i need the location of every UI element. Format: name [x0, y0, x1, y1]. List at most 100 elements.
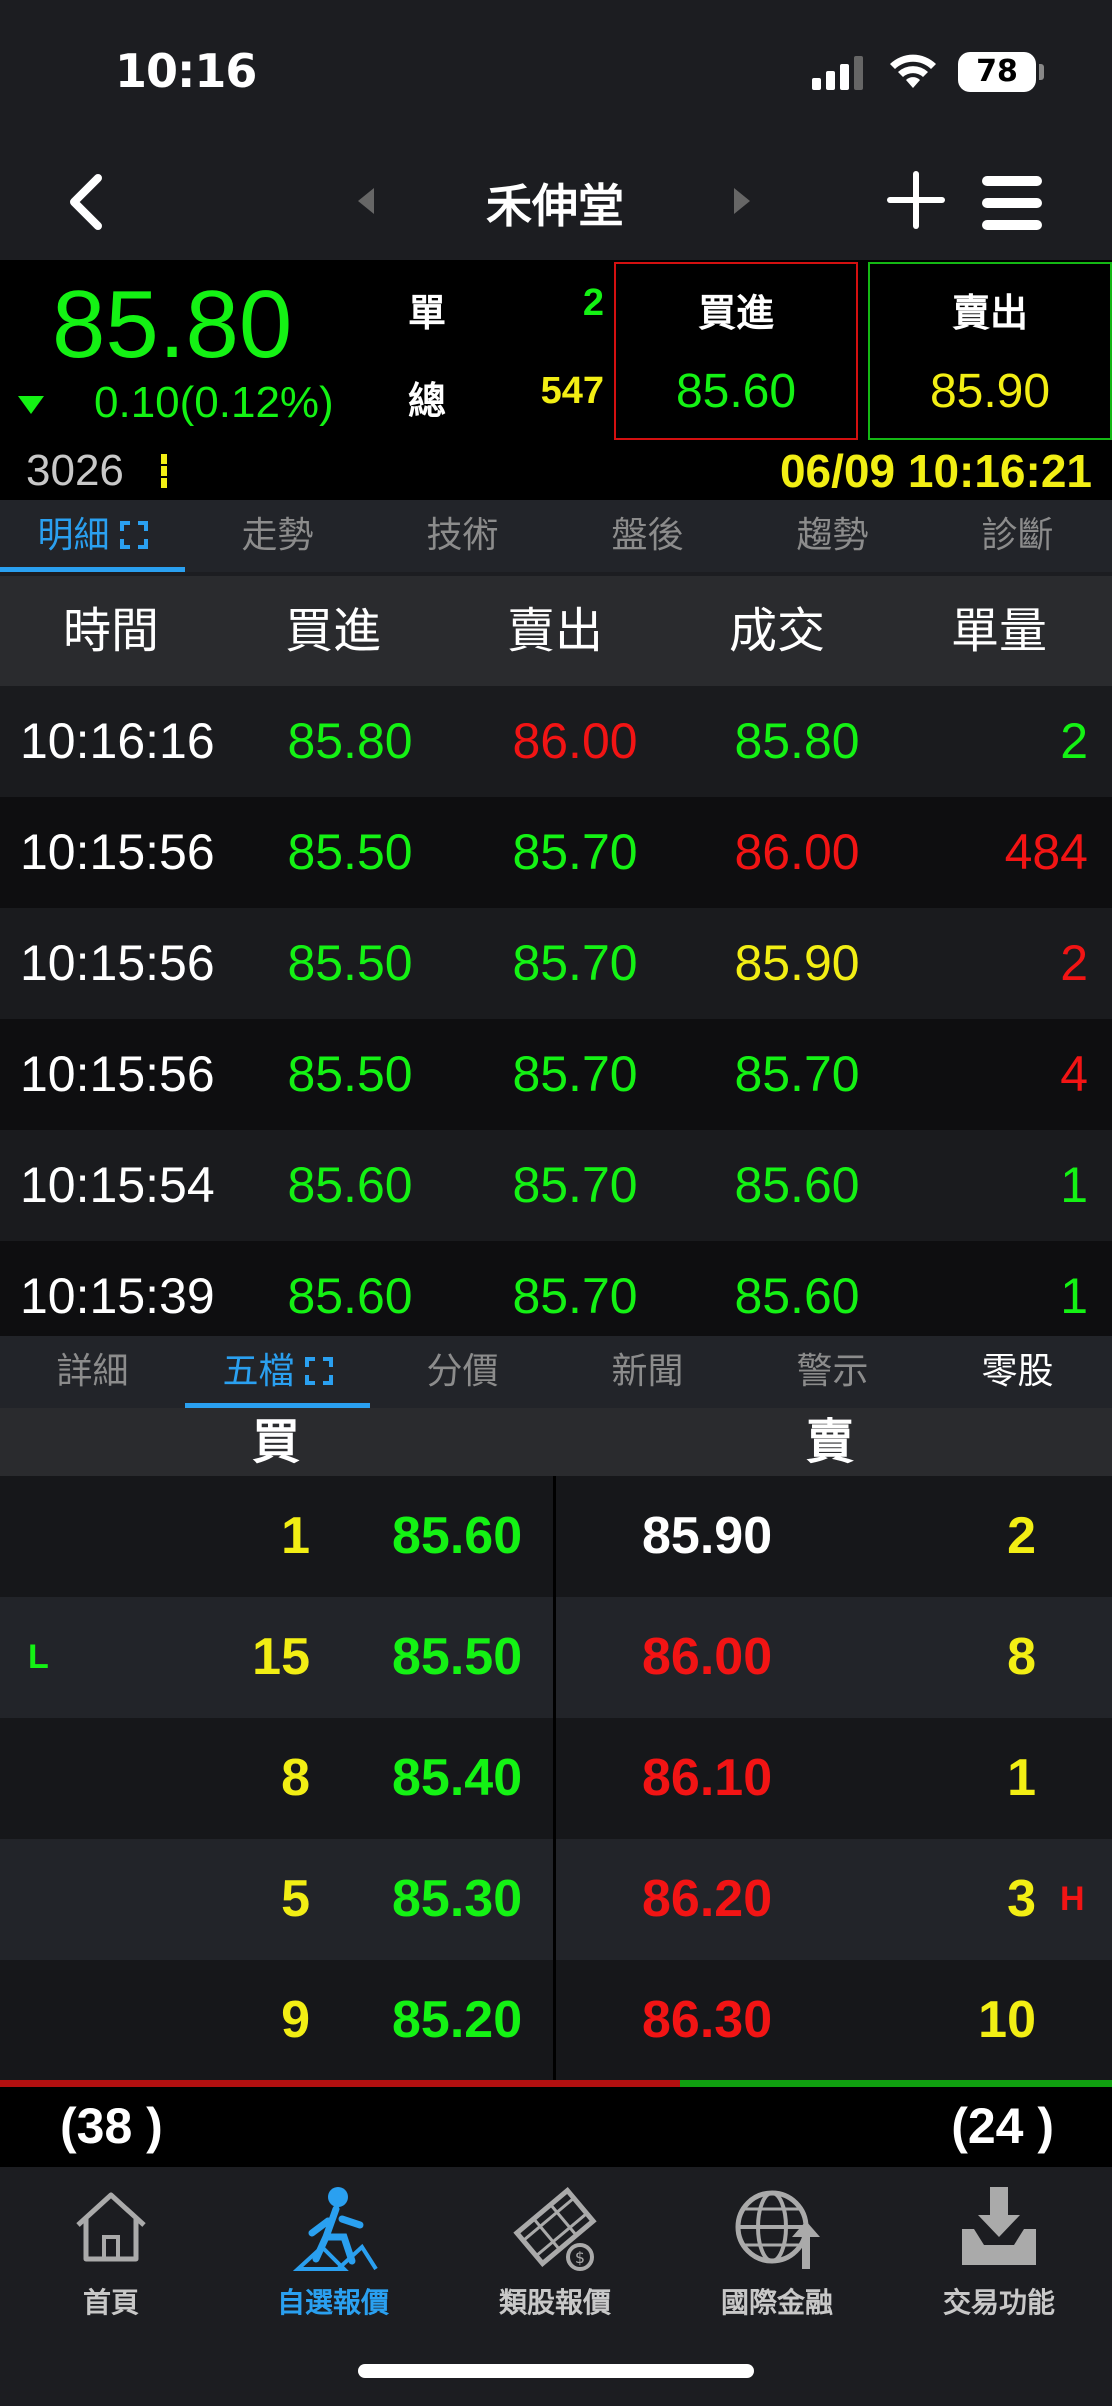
- home-indicator[interactable]: [358, 2364, 754, 2378]
- ask-quantity: 3: [1007, 1870, 1036, 1928]
- bid-label: 買進: [697, 291, 774, 335]
- signal-icon: [812, 56, 863, 90]
- tab-news[interactable]: 新聞: [555, 1336, 740, 1408]
- tab-details[interactable]: 詳細: [0, 1336, 185, 1408]
- row-deal: 85.90: [734, 935, 860, 991]
- table-row: 10:15:56 85.50 85.70 85.70 4: [0, 1019, 1112, 1130]
- total-sell: (24 ): [951, 2098, 1054, 2154]
- tab-detail[interactable]: 明細: [0, 500, 185, 572]
- next-stock-icon[interactable]: [732, 186, 752, 216]
- svg-text:$: $: [575, 2248, 585, 2267]
- table-row: 10:16:16 85.80 86.00 85.80 2: [0, 686, 1112, 797]
- nav-watchlist[interactable]: 自選報價: [222, 2177, 444, 2321]
- single-volume-value: 2: [582, 282, 604, 324]
- ask-box[interactable]: 賣出 85.90: [868, 262, 1112, 440]
- row-bid: 85.50: [287, 1046, 413, 1102]
- row-ask: 85.70: [512, 1268, 638, 1324]
- bid-price: 85.40: [392, 1749, 523, 1807]
- tab-diagnosis[interactable]: 診斷: [925, 500, 1110, 572]
- top-tabs: 明細 走勢 技術 盤後 趨勢 診斷: [0, 500, 1112, 572]
- status-bar: 10:16 78: [0, 0, 1112, 150]
- buy-ratio-bar: [0, 2080, 680, 2087]
- nav-home-label: 首頁: [82, 2286, 139, 2319]
- down-arrow-icon: [18, 396, 44, 414]
- tab-price-volume[interactable]: 分價: [370, 1336, 555, 1408]
- row-time: 10:15:56: [20, 824, 215, 880]
- bid-price: 85.20: [392, 1991, 523, 2049]
- tab-trend[interactable]: 走勢: [185, 500, 370, 572]
- tab-five-levels[interactable]: 五檔: [185, 1336, 370, 1408]
- nav-sector[interactable]: $ 類股報價: [444, 2177, 666, 2321]
- bid-quantity: 15: [252, 1628, 310, 1686]
- row-deal: 85.60: [734, 1268, 860, 1324]
- back-icon[interactable]: [62, 172, 112, 232]
- watchlist-icon: [292, 2187, 378, 2271]
- last-price: 85.80: [52, 271, 293, 378]
- add-icon[interactable]: [886, 170, 946, 230]
- tab-tendency[interactable]: 趨勢: [740, 500, 925, 572]
- row-deal: 85.70: [734, 1046, 860, 1102]
- tab-odd-lot[interactable]: 零股: [925, 1336, 1110, 1408]
- nav-trade[interactable]: 交易功能: [888, 2177, 1110, 2321]
- sell-header: 賣: [806, 1414, 855, 1470]
- col-ask: 賣出: [506, 603, 603, 659]
- nav-international[interactable]: 國際金融: [666, 2177, 888, 2321]
- buy-header: 買: [252, 1414, 301, 1470]
- tab-alerts[interactable]: 警示: [740, 1336, 925, 1408]
- row-volume: 4: [1060, 1046, 1088, 1102]
- row-bid: 85.80: [287, 713, 413, 769]
- col-volume: 單量: [950, 603, 1047, 659]
- row-volume: 2: [1060, 935, 1088, 991]
- lower-tabs: 詳細 五檔 分價 新聞 警示 零股: [0, 1336, 1112, 1408]
- row-bid: 85.60: [287, 1157, 413, 1213]
- row-ask: 85.70: [512, 1046, 638, 1102]
- row-ask: 86.00: [512, 713, 638, 769]
- table-row: 10:15:56 85.50 85.70 85.90 2: [0, 908, 1112, 1019]
- globe-icon: [735, 2190, 820, 2269]
- row-bid: 85.50: [287, 935, 413, 991]
- order-book-row: 8 85.40 86.10 1: [0, 1718, 1112, 1839]
- tab-after-hours[interactable]: 盤後: [555, 500, 740, 572]
- nav-watchlist-label: 自選報價: [276, 2286, 389, 2319]
- trade-icon: [962, 2187, 1036, 2265]
- bid-quantity: 9: [281, 1991, 310, 2049]
- total-volume-value: 547: [540, 370, 604, 412]
- nav-international-label: 國際金融: [720, 2286, 833, 2319]
- more-options-icon[interactable]: [158, 454, 170, 488]
- bid-quantity: 5: [281, 1870, 310, 1928]
- ask-value: 85.90: [929, 365, 1051, 418]
- low-marker: L: [28, 1638, 49, 1676]
- tab-technical[interactable]: 技術: [370, 500, 555, 572]
- quote-datetime: 06/09 10:16:21: [779, 445, 1092, 497]
- ask-price: 86.00: [642, 1628, 773, 1686]
- quote-panel: 85.80 0.10(0.12%) 單 2 總 547 買進 85.60 賣出 …: [0, 260, 1112, 500]
- row-ask: 85.70: [512, 935, 638, 991]
- ask-price: 86.30: [642, 1991, 773, 2049]
- bid-value: 85.60: [675, 365, 797, 418]
- bid-price: 85.50: [392, 1628, 523, 1686]
- bid-price: 85.30: [392, 1870, 523, 1928]
- ask-label: 賣出: [951, 291, 1028, 335]
- bid-box[interactable]: 買進 85.60: [614, 262, 858, 440]
- wifi-icon: [890, 54, 936, 88]
- nav-home[interactable]: 首頁: [0, 2177, 222, 2321]
- menu-icon[interactable]: [982, 176, 1042, 230]
- bid-price: 85.60: [392, 1507, 523, 1565]
- ask-price: 85.90: [642, 1507, 773, 1565]
- order-book-row: 5 85.30 86.20 3 H: [0, 1839, 1112, 1960]
- row-time: 10:15:54: [20, 1157, 215, 1213]
- ask-price: 86.10: [642, 1749, 773, 1807]
- tab-detail-label: 明細: [37, 515, 110, 556]
- total-volume-label: 總: [408, 379, 447, 423]
- tab-five-levels-label: 五檔: [222, 1351, 295, 1392]
- ask-price: 86.20: [642, 1870, 773, 1928]
- expand-icon[interactable]: [304, 1357, 333, 1385]
- total-buy: (38 ): [60, 2098, 163, 2154]
- expand-icon[interactable]: [119, 521, 148, 549]
- row-deal: 85.80: [734, 713, 860, 769]
- bid-quantity: 8: [281, 1749, 310, 1807]
- order-book-row: L 15 85.50 86.00 8: [0, 1597, 1112, 1718]
- order-totals: (38 ) (24 ): [0, 2087, 1112, 2167]
- stock-code: 3026: [26, 446, 124, 495]
- prev-stock-icon[interactable]: [356, 186, 376, 216]
